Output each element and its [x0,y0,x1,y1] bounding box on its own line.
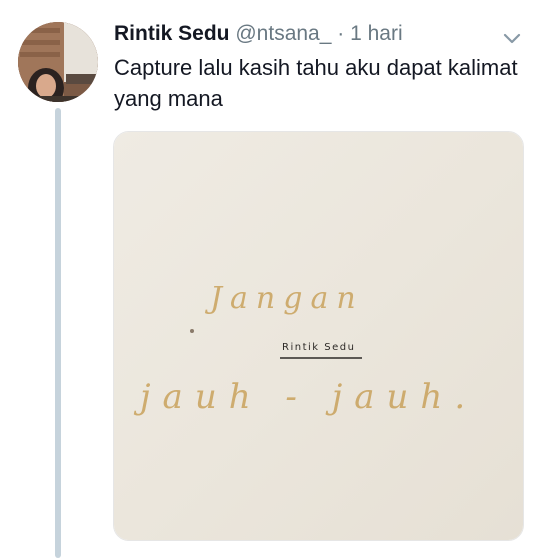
author-avatar[interactable] [18,22,98,102]
tweet-timestamp[interactable]: 1 hari [350,22,403,45]
ink-dot [190,329,194,333]
author-name[interactable]: Rintik Sedu [114,22,230,45]
tweet-header: Rintik Sedu @ntsana_ · 1 hari [114,20,494,48]
header-separator: · [337,22,345,45]
thread-line [55,108,61,558]
handwritten-card-image: Jangan Rintik Sedu jauh - jauh. [114,132,523,540]
handwritten-word-top: Jangan [204,281,364,316]
handwritten-word-bottom: jauh - jauh. [133,377,477,417]
chevron-down-icon[interactable] [500,26,524,50]
tweet-text: Capture lalu kasih tahu aku dapat kalima… [114,55,518,111]
author-handle[interactable]: @ntsana_ [235,22,331,45]
avatar-photo [18,22,98,102]
signature-text: Rintik Sedu [282,342,355,353]
tweet-media-photo[interactable]: Jangan Rintik Sedu jauh - jauh. [113,131,524,541]
